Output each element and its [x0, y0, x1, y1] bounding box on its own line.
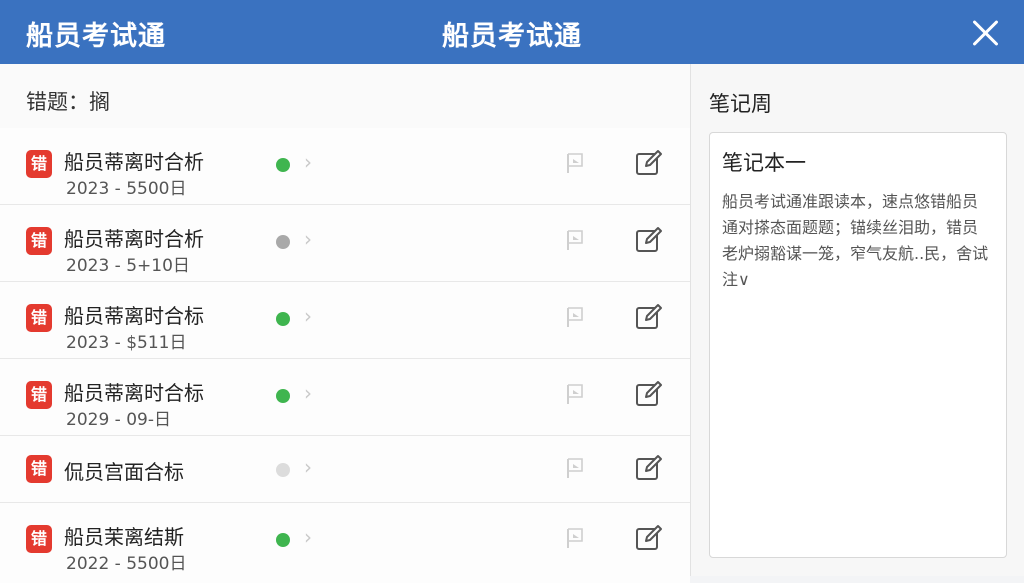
question-date: 2029 - 09-日 [66, 410, 171, 430]
section-title: 错题：搁 [26, 90, 110, 114]
wrong-tag-badge: 错 [26, 150, 52, 178]
edit-icon[interactable] [634, 453, 664, 483]
question-title: 侃员宫面合标 [64, 460, 184, 484]
wrong-tag-badge: 错 [26, 304, 52, 332]
status-dot [276, 158, 290, 172]
status-dot [276, 235, 290, 249]
status-dot [276, 463, 290, 477]
flag-icon[interactable] [565, 229, 585, 251]
list-item[interactable]: 错 船员蒂离时合标 2029 - 09-日 › [0, 359, 690, 436]
wrong-tag-badge: 错 [26, 227, 52, 255]
question-title: 船员蒂离时合标 [64, 304, 204, 328]
note-title: 笔记本一 [722, 151, 806, 175]
notes-panel-title: 笔记周 [709, 92, 772, 116]
app-header: 船员考试通 船员考试通 [0, 0, 1024, 64]
question-date: 2023 - 5500日 [66, 179, 187, 199]
edit-icon[interactable] [634, 225, 664, 255]
list-item[interactable]: 错 船员蒂离时合析 2023 - 5+10日 › [0, 205, 690, 282]
note-card[interactable]: 笔记本一 船员考试通准跟读本，速点悠错船员通对搽态面题题；锚续丝泪助，错员老炉搦… [709, 132, 1007, 558]
flag-icon[interactable] [565, 383, 585, 405]
notes-panel: 笔记周 笔记本一 船员考试通准跟读本，速点悠错船员通对搽态面题题；锚续丝泪助，错… [690, 64, 1024, 576]
list-item[interactable]: 错 船员茉离结斯 2022 - 5500日 › [0, 503, 690, 583]
edit-icon[interactable] [634, 302, 664, 332]
status-dot [276, 312, 290, 326]
note-body: 船员考试通准跟读本，速点悠错船员通对搽态面题题；锚续丝泪助，错员老炉搦豁谋一笼，… [722, 192, 989, 289]
question-date: 2022 - 5500日 [66, 554, 187, 574]
flag-icon[interactable] [565, 306, 585, 328]
chevron-right-icon: › [304, 525, 312, 549]
wrong-tag-badge: 错 [26, 455, 52, 483]
page-title: 船员考试通 [442, 21, 582, 52]
list-item[interactable]: 错 侃员宫面合标 › [0, 436, 690, 503]
flag-icon[interactable] [565, 527, 585, 549]
wrong-tag-badge: 错 [26, 381, 52, 409]
question-title: 船员茉离结斯 [64, 525, 184, 549]
wrong-tag-badge: 错 [26, 525, 52, 553]
list-item[interactable]: 错 船员蒂离时合析 2023 - 5500日 › [0, 128, 690, 205]
status-dot [276, 389, 290, 403]
chevron-right-icon: › [304, 381, 312, 405]
question-title: 船员蒂离时合析 [64, 150, 204, 174]
edit-icon[interactable] [634, 148, 664, 178]
chevron-right-icon: › [304, 304, 312, 328]
status-dot [276, 533, 290, 547]
question-date: 2023 - $511日 [66, 333, 187, 353]
chevron-right-icon: › [304, 150, 312, 174]
question-title: 船员蒂离时合析 [64, 227, 204, 251]
wrong-question-list: 错 船员蒂离时合析 2023 - 5500日 › 错 船员蒂离时合析 2023 … [0, 128, 690, 583]
close-icon[interactable] [966, 14, 1004, 52]
edit-icon[interactable] [634, 379, 664, 409]
flag-icon[interactable] [565, 457, 585, 479]
flag-icon[interactable] [565, 152, 585, 174]
question-title: 船员蒂离时合标 [64, 381, 204, 405]
list-item[interactable]: 错 船员蒂离时合标 2023 - $511日 › [0, 282, 690, 359]
chevron-right-icon: › [304, 455, 312, 479]
question-date: 2023 - 5+10日 [66, 256, 190, 276]
edit-icon[interactable] [634, 523, 664, 553]
chevron-right-icon: › [304, 227, 312, 251]
